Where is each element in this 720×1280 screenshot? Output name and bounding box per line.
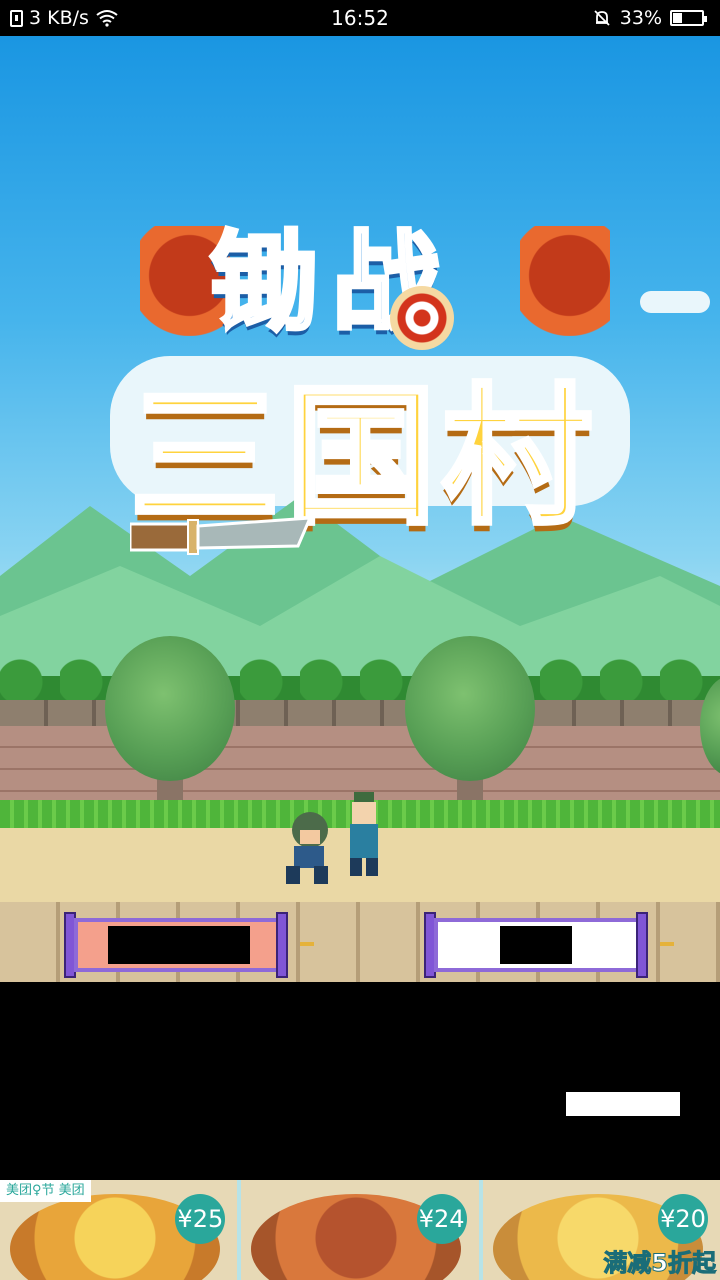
scroll-button-left[interactable]: ████ — [64, 912, 314, 978]
brand-label: 美团♀节 美团 — [0, 1180, 91, 1202]
tree — [700, 676, 720, 776]
promo-text: 满减5折起 — [603, 1249, 717, 1278]
redacted-text: ███ ████ — [566, 1092, 680, 1116]
tree — [405, 636, 535, 816]
scroll-label: ████ — [108, 926, 250, 964]
sword-icon — [130, 516, 313, 555]
price-badge: ¥24 — [416, 1194, 467, 1244]
strategist-character — [344, 792, 384, 876]
scroll-label: ██ — [500, 926, 572, 964]
scroll-button-right[interactable]: ██ — [424, 912, 674, 978]
banner-flag-right — [520, 226, 610, 336]
price-badge: ¥20 — [657, 1194, 708, 1244]
ad-item[interactable]: 美团♀节 美团 ¥25 — [0, 1180, 238, 1280]
ad-banner[interactable]: 美团♀节 美团 ¥25 ¥24 ¥20 满减5折起 — [0, 1180, 720, 1280]
ad-item[interactable]: ¥24 — [241, 1180, 479, 1280]
cloud — [640, 291, 710, 313]
status-right: 33% — [592, 7, 707, 29]
farmer-character — [280, 808, 328, 888]
tree — [105, 636, 235, 816]
battery-percent: 33% — [619, 7, 662, 29]
ad-item[interactable]: ¥20 满减5折起 — [482, 1180, 720, 1280]
loading-area — [0, 982, 720, 1180]
status-bar: 3 KB/s 16:52 33% — [0, 0, 720, 36]
game-scene[interactable]: 锄战 三国村 ████ ██ — [0, 36, 720, 982]
price-badge: ¥25 — [175, 1194, 226, 1244]
game-logo: 锄战 三国村 — [90, 186, 650, 576]
bell-muted-icon — [594, 10, 610, 26]
battery-icon — [670, 10, 707, 26]
